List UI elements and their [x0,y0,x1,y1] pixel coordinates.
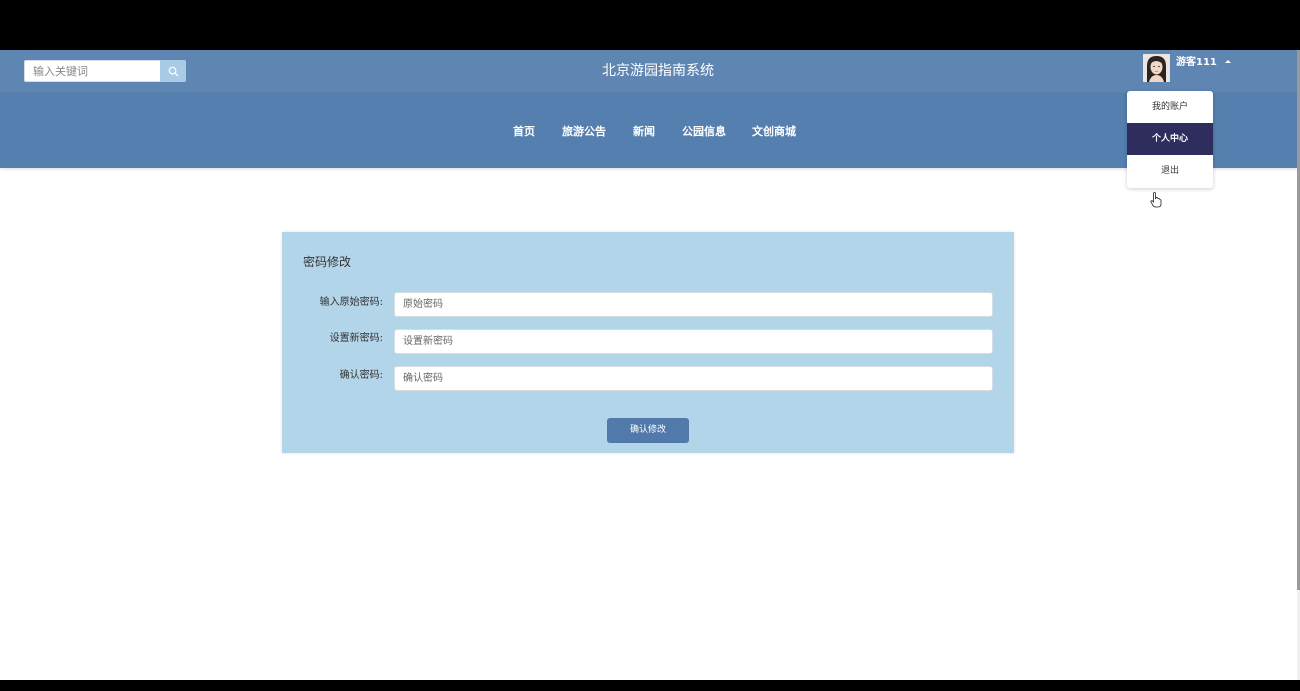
search-box [24,60,186,82]
hand-cursor-icon [1150,192,1162,208]
avatar-image [1143,54,1170,82]
nav-item-travel-notice[interactable]: 旅游公告 [562,124,606,140]
screen-top-bar [0,0,1300,50]
search-input[interactable] [24,60,160,82]
search-icon [168,66,179,77]
page: 北京游园指南系统 游客111 首页 旅游公告 新闻 公园信息 文创商城 我的账户… [0,50,1297,680]
user-dropdown-menu: 我的账户 个人中心 退出 [1127,91,1213,188]
top-header: 北京游园指南系统 游客111 [0,50,1297,93]
confirm-password-label: 确认密码: [339,370,383,381]
old-password-input[interactable] [394,292,993,317]
site-title: 北京游园指南系统 [602,63,714,79]
screen-bottom-bar [0,680,1300,691]
password-change-card: 密码修改 输入原始密码: 设置新密码: 确认密码: 确认修改 [282,232,1014,453]
search-button[interactable] [160,60,186,82]
form-title: 密码修改 [303,255,352,269]
menu-item-personal-center[interactable]: 个人中心 [1127,123,1213,155]
new-password-input[interactable] [394,329,993,354]
nav-item-park-info[interactable]: 公园信息 [682,124,726,140]
nav-item-news[interactable]: 新闻 [633,124,655,140]
old-password-label: 输入原始密码: [319,297,383,308]
confirm-password-input[interactable] [394,366,993,391]
user-name[interactable]: 游客111 [1176,56,1217,70]
confirm-change-button[interactable]: 确认修改 [607,418,689,443]
menu-item-my-account[interactable]: 我的账户 [1127,91,1213,123]
menu-item-logout[interactable]: 退出 [1127,155,1213,187]
caret-up-icon[interactable] [1225,60,1231,63]
nav-item-home[interactable]: 首页 [513,124,535,140]
nav-item-shop[interactable]: 文创商城 [752,124,796,140]
main-nav: 首页 旅游公告 新闻 公园信息 文创商城 [0,93,1297,168]
new-password-label: 设置新密码: [329,333,383,344]
avatar[interactable] [1143,54,1170,82]
